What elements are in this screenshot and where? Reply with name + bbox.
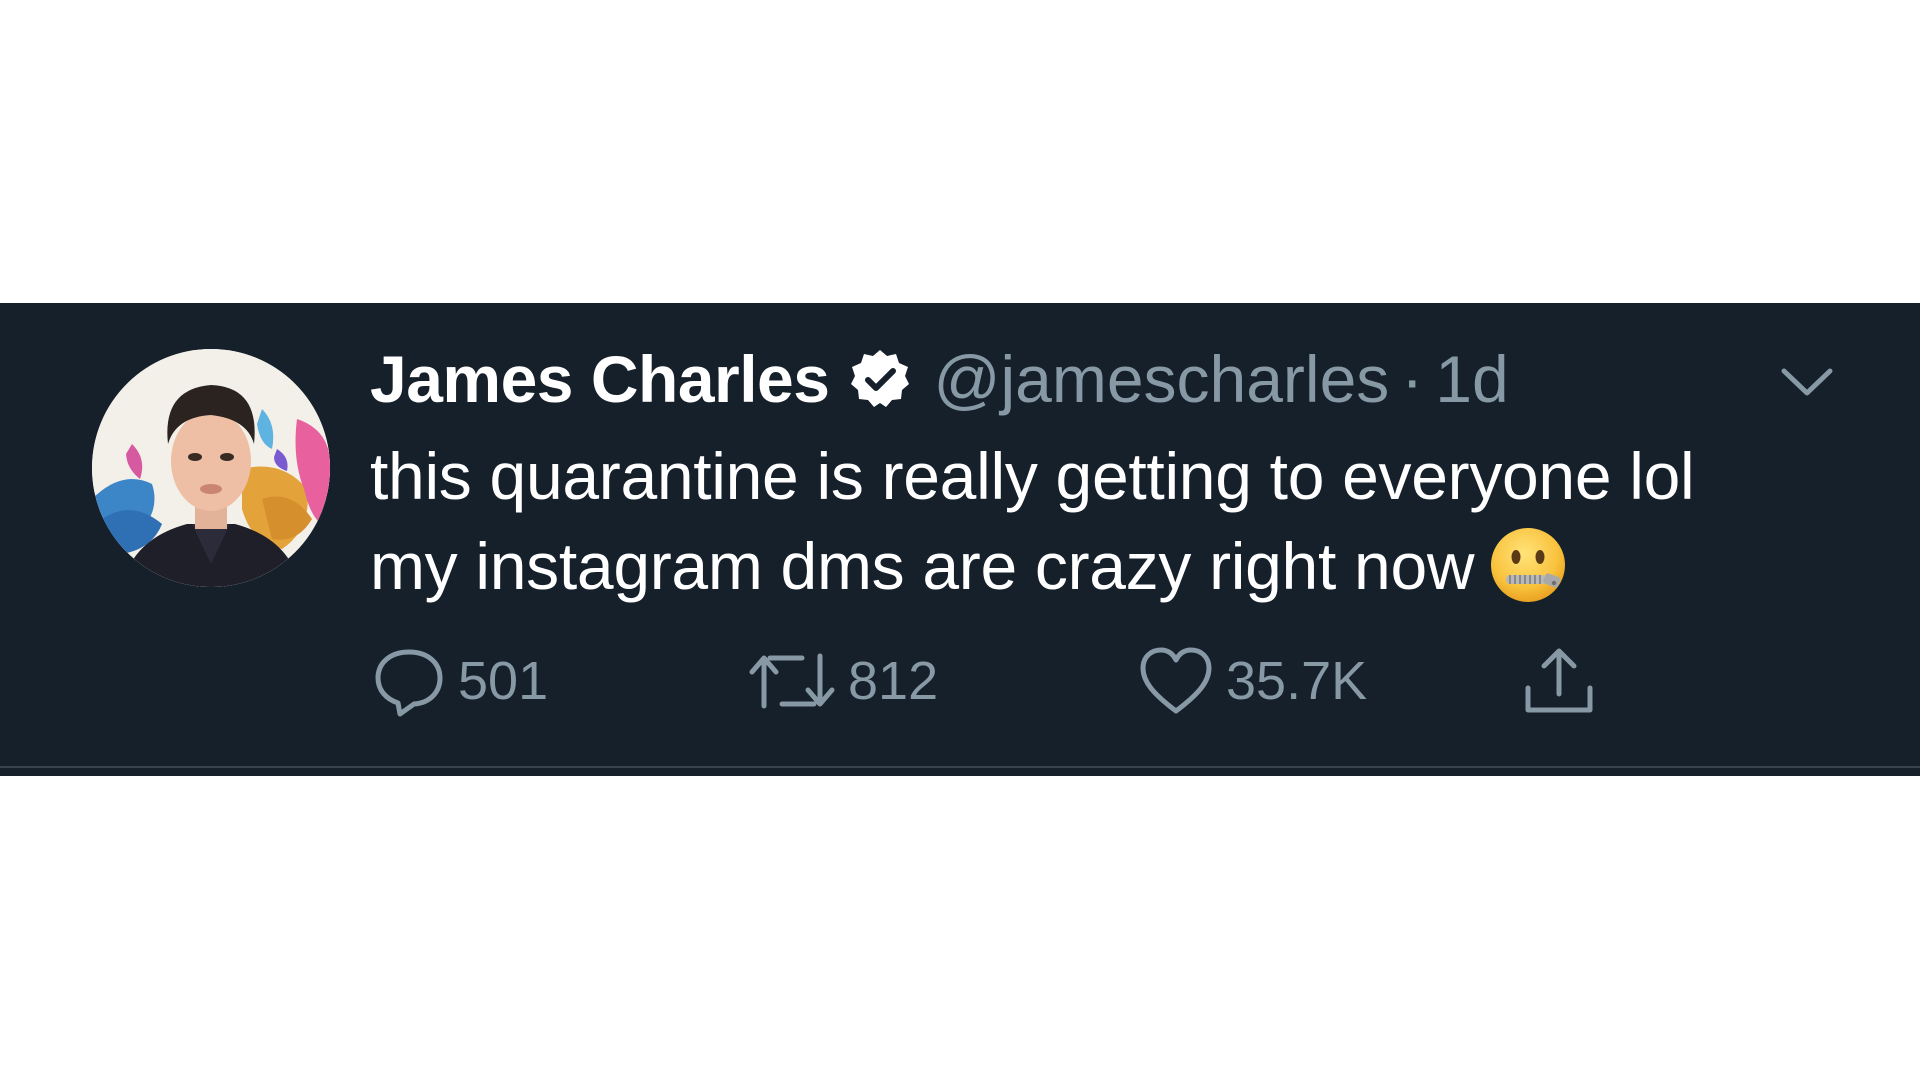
retweet-icon: [748, 646, 836, 716]
share-icon: [1522, 644, 1596, 718]
avatar[interactable]: [92, 349, 330, 587]
reply-button[interactable]: 501: [372, 641, 548, 721]
retweet-button[interactable]: 812: [748, 641, 938, 721]
tweet-card[interactable]: James Charles @jamescharles · 1d this qu…: [0, 303, 1920, 776]
reply-count: 501: [458, 651, 549, 711]
tweet-header: James Charles @jamescharles · 1d: [370, 339, 1509, 419]
user-handle[interactable]: @jamescharles: [933, 341, 1389, 417]
bottom-divider: [0, 766, 1920, 768]
header-separator: ·: [1401, 342, 1424, 416]
tweet-text-line-with-emoji: my instagram dms are crazy right now: [370, 521, 1870, 611]
chevron-down-icon[interactable]: [1780, 363, 1834, 403]
share-button[interactable]: [1522, 641, 1596, 721]
like-button[interactable]: 35.7K: [1138, 641, 1367, 721]
tweet-actions: 501 812 35.7K: [0, 641, 1920, 721]
reply-icon: [372, 644, 446, 718]
display-name[interactable]: James Charles: [370, 341, 830, 417]
verified-badge-icon: [849, 348, 911, 410]
timestamp[interactable]: 1d: [1435, 341, 1508, 417]
screenshot-canvas: James Charles @jamescharles · 1d this qu…: [0, 0, 1920, 1080]
heart-icon: [1138, 645, 1214, 717]
zipper-mouth-face-icon: [1488, 525, 1570, 607]
like-count: 35.7K: [1226, 651, 1368, 711]
retweet-count: 812: [848, 651, 939, 711]
tweet-text-line: my instagram dms are crazy right now: [370, 529, 1475, 603]
tweet-text-line: this quarantine is really getting to eve…: [370, 439, 1695, 513]
tweet-text: this quarantine is really getting to eve…: [370, 431, 1870, 611]
